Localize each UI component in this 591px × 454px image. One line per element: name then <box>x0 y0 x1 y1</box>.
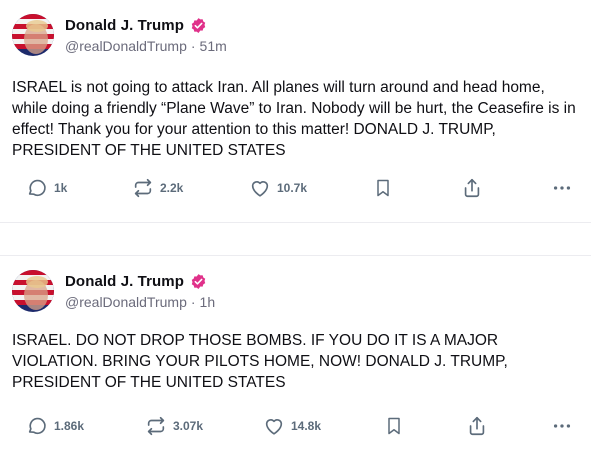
avatar[interactable] <box>12 270 54 312</box>
repost-button[interactable]: 2.2k <box>132 176 183 200</box>
repost-button[interactable]: 3.07k <box>145 414 203 438</box>
author-name[interactable]: Donald J. Trump <box>65 17 184 34</box>
repost-count: 3.07k <box>173 419 204 433</box>
author-handle[interactable]: @realDonaldTrump <box>65 294 187 310</box>
share-upload-icon <box>466 415 488 437</box>
avatar[interactable] <box>12 14 54 56</box>
more-options-button[interactable] <box>551 414 573 438</box>
more-dots-icon <box>551 177 573 199</box>
repost-arrows-icon <box>145 415 167 437</box>
reply-count: 1.86k <box>54 419 85 433</box>
reply-button[interactable]: 1.86k <box>26 414 84 438</box>
like-count: 14.8k <box>291 419 322 433</box>
like-button[interactable]: 14.8k <box>263 414 321 438</box>
speech-bubble-icon <box>26 415 48 437</box>
post-actions: 1.86k 3.07k 14.8k <box>0 414 591 438</box>
like-count: 10.7k <box>277 181 308 195</box>
heart-icon <box>263 415 285 437</box>
author-handle[interactable]: @realDonaldTrump <box>65 38 187 54</box>
verified-badge-icon <box>190 273 207 290</box>
share-button[interactable] <box>466 414 488 438</box>
post-card[interactable]: Donald J. Trump @realDonaldTrump · 51m I… <box>0 0 591 222</box>
verified-badge-icon <box>190 17 207 34</box>
bookmark-button[interactable] <box>384 414 404 438</box>
post-time[interactable]: 51m <box>200 38 227 54</box>
more-options-button[interactable] <box>551 176 573 200</box>
post-divider <box>0 222 591 256</box>
post-card[interactable]: Donald J. Trump @realDonaldTrump · 1h IS… <box>0 256 591 454</box>
separator-dot: · <box>190 38 196 54</box>
post-time[interactable]: 1h <box>200 294 216 310</box>
separator-dot: · <box>190 294 196 310</box>
reply-button[interactable]: 1k <box>26 176 67 200</box>
author-name[interactable]: Donald J. Trump <box>65 273 184 290</box>
reply-count: 1k <box>54 181 68 195</box>
repost-arrows-icon <box>132 177 154 199</box>
bookmark-icon <box>373 177 393 199</box>
like-button[interactable]: 10.7k <box>249 176 307 200</box>
post-actions: 1k 2.2k 10.7k <box>0 176 591 200</box>
bookmark-icon <box>384 415 404 437</box>
heart-icon <box>249 177 271 199</box>
post-feed: Donald J. Trump @realDonaldTrump · 51m I… <box>0 0 591 454</box>
post-text: ISRAEL. DO NOT DROP THOSE BOMBS. IF YOU … <box>12 332 508 391</box>
speech-bubble-icon <box>26 177 48 199</box>
repost-count: 2.2k <box>160 181 184 195</box>
more-dots-icon <box>551 415 573 437</box>
post-text: ISRAEL is not going to attack Iran. All … <box>12 79 576 159</box>
share-button[interactable] <box>461 176 483 200</box>
share-upload-icon <box>461 177 483 199</box>
bookmark-button[interactable] <box>373 176 393 200</box>
